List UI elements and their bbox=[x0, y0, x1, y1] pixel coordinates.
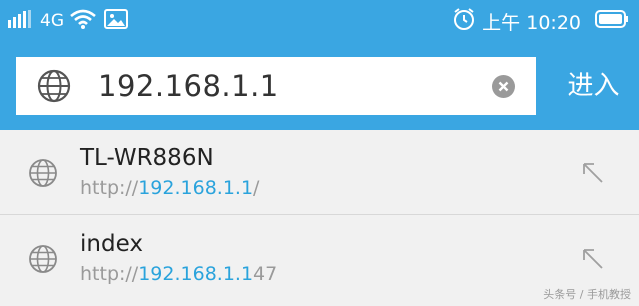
network-type: 4G bbox=[40, 11, 64, 31]
time-value: 10:20 bbox=[526, 11, 581, 34]
suggestion-item[interactable]: TL-WR886N http://192.168.1.1/ bbox=[0, 130, 639, 215]
address-bar-row: 192.168.1.1 进入 bbox=[0, 42, 639, 130]
url-host: 192.168.1.1 bbox=[138, 177, 254, 199]
status-left: 4G bbox=[8, 9, 128, 33]
signal-icon bbox=[8, 10, 32, 32]
globe-icon bbox=[28, 244, 58, 274]
status-time: 上午 10:20 bbox=[482, 8, 581, 35]
status-right: 上午 10:20 bbox=[452, 7, 629, 35]
battery-icon bbox=[595, 9, 629, 33]
url-host: 192.168.1.1 bbox=[138, 263, 254, 285]
alarm-icon bbox=[452, 7, 476, 35]
url-rest: 47 bbox=[253, 263, 278, 285]
suggestion-list: TL-WR886N http://192.168.1.1/ index http… bbox=[0, 130, 639, 306]
fill-arrow-icon[interactable] bbox=[580, 246, 606, 272]
watermark: 头条号 / 手机教授 bbox=[543, 288, 631, 301]
globe-icon bbox=[36, 68, 72, 104]
suggestion-url: http://192.168.1.1/ bbox=[80, 176, 259, 200]
clear-icon[interactable] bbox=[492, 75, 515, 98]
enter-button[interactable]: 进入 bbox=[548, 57, 639, 115]
wifi-icon bbox=[70, 9, 96, 33]
address-input[interactable]: 192.168.1.1 bbox=[98, 65, 279, 107]
suggestion-url: http://192.168.1.147 bbox=[80, 262, 277, 286]
image-icon bbox=[104, 9, 128, 33]
url-rest: / bbox=[253, 177, 260, 199]
url-scheme: http:// bbox=[80, 263, 139, 285]
fill-arrow-icon[interactable] bbox=[580, 160, 606, 186]
globe-icon bbox=[28, 158, 58, 188]
suggestion-title: index bbox=[80, 231, 143, 257]
suggestion-title: TL-WR886N bbox=[80, 145, 214, 171]
address-input-box[interactable]: 192.168.1.1 bbox=[16, 57, 536, 115]
url-scheme: http:// bbox=[80, 177, 139, 199]
time-period: 上午 bbox=[482, 11, 521, 34]
status-bar: 4G 上午 10:20 bbox=[0, 0, 639, 42]
